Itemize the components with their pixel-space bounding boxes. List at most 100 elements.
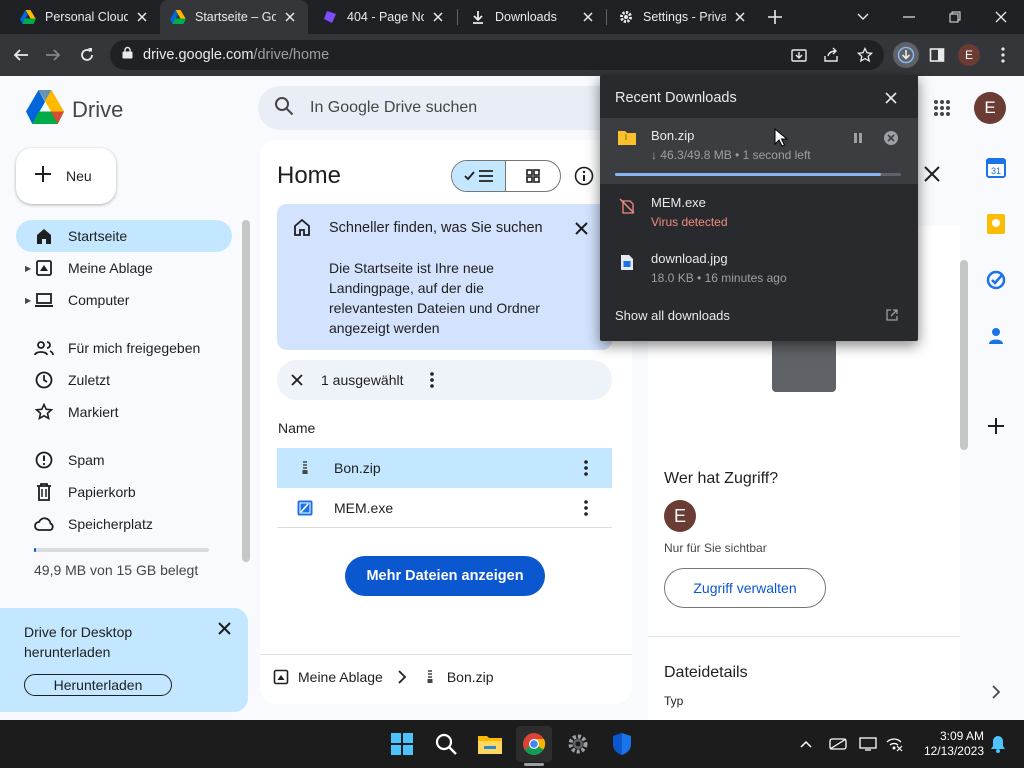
close-icon[interactable] — [882, 89, 900, 107]
downloads-button[interactable] — [893, 42, 919, 68]
reload-button[interactable] — [74, 42, 100, 68]
nav-meine-ablage[interactable]: ▶ Meine Ablage — [16, 252, 232, 284]
tab-downloads[interactable]: Downloads — [460, 0, 606, 34]
nav-storage[interactable]: Speicherplatz — [16, 508, 232, 540]
tab-search-chevron-icon[interactable] — [850, 4, 876, 30]
address-bar[interactable]: drive.google.com/drive/home — [110, 40, 884, 70]
nav-recent[interactable]: Zuletzt — [16, 364, 232, 396]
side-panel-icon[interactable] — [924, 42, 950, 68]
close-tab-icon[interactable] — [732, 9, 748, 25]
download-item-mem-exe[interactable]: MEM.exe Virus detected — [600, 187, 918, 239]
new-button[interactable]: Neu — [16, 148, 116, 204]
restore-button[interactable] — [942, 4, 968, 30]
tab-settings[interactable]: Settings - Privac — [608, 0, 758, 34]
divider — [260, 654, 632, 655]
close-tab-icon[interactable] — [134, 9, 150, 25]
add-addon-icon[interactable] — [984, 414, 1008, 438]
open-external-icon[interactable] — [884, 307, 900, 323]
nav-label: Computer — [68, 292, 130, 308]
windows-start-icon[interactable] — [384, 726, 420, 762]
column-header-name[interactable]: Name — [278, 420, 315, 436]
tab-startseite[interactable]: Startseite – Goo — [160, 0, 308, 34]
drive-logo[interactable]: Drive — [26, 90, 123, 129]
breadcrumb-item[interactable]: Bon.zip — [447, 669, 494, 685]
close-details-icon[interactable] — [920, 162, 944, 186]
search-icon[interactable] — [428, 726, 464, 762]
manage-access-button[interactable]: Zugriff verwalten — [664, 568, 826, 608]
close-icon[interactable] — [214, 618, 234, 638]
url-text: drive.google.com/drive/home — [143, 47, 330, 63]
minimize-button[interactable] — [896, 4, 922, 30]
info-icon[interactable] — [574, 166, 594, 186]
new-tab-button[interactable] — [764, 6, 786, 28]
search-icon[interactable] — [274, 96, 294, 121]
install-app-icon[interactable] — [788, 44, 810, 66]
details-scrollbar[interactable] — [960, 260, 968, 450]
tasks-icon[interactable] — [984, 268, 1008, 292]
google-apps-icon[interactable] — [930, 96, 954, 120]
nav-spam[interactable]: Spam — [16, 444, 232, 476]
tab-title: Startseite – Goo — [195, 10, 276, 24]
forward-button[interactable] — [40, 42, 66, 68]
show-all-downloads-link[interactable]: Show all downloads — [615, 308, 730, 323]
nav-label: Meine Ablage — [68, 260, 153, 276]
chevron-right-icon[interactable] — [984, 680, 1008, 704]
bookmark-star-icon[interactable] — [854, 44, 876, 66]
calendar-icon[interactable]: 31 — [984, 156, 1008, 180]
storage-drive-icon[interactable] — [828, 734, 848, 754]
cancel-download-icon[interactable] — [883, 130, 899, 146]
promo-download-button[interactable]: Herunterladen — [24, 674, 172, 696]
nav-shared-with-me[interactable]: Für mich freigegeben — [16, 332, 232, 364]
close-window-button[interactable] — [988, 4, 1014, 30]
grid-view-button[interactable] — [506, 161, 560, 191]
sidebar-scrollbar[interactable] — [242, 220, 250, 562]
home-icon — [34, 226, 54, 246]
more-actions-icon[interactable] — [576, 498, 596, 518]
defender-icon[interactable] — [604, 726, 640, 762]
clear-selection-icon[interactable] — [287, 370, 307, 390]
file-explorer-icon[interactable] — [472, 726, 508, 762]
lock-icon[interactable] — [122, 46, 133, 64]
menu-kebab-icon[interactable] — [990, 42, 1016, 68]
close-tab-icon[interactable] — [282, 9, 298, 25]
spam-icon — [34, 450, 54, 470]
download-item-download-jpg[interactable]: download.jpg 18.0 KB • 16 minutes ago — [600, 243, 918, 295]
display-icon[interactable] — [858, 734, 878, 754]
owner-avatar[interactable]: E — [664, 500, 696, 532]
file-row-mem-exe[interactable]: MEM.exe — [277, 488, 612, 528]
share-icon[interactable] — [820, 44, 842, 66]
contacts-icon[interactable] — [984, 324, 1008, 348]
pause-icon[interactable] — [850, 130, 866, 146]
account-avatar[interactable]: E — [974, 92, 1006, 124]
breadcrumb-item[interactable]: Meine Ablage — [298, 669, 383, 685]
file-row-bon-zip[interactable]: Bon.zip — [277, 448, 612, 488]
profile-avatar[interactable]: E — [958, 44, 980, 66]
network-icon[interactable] — [884, 734, 904, 754]
back-button[interactable] — [8, 42, 34, 68]
notification-bell-icon[interactable] — [988, 734, 1008, 754]
tab-404[interactable]: 404 - Page Not — [312, 0, 456, 34]
chevron-up-icon[interactable] — [796, 734, 816, 754]
more-actions-icon[interactable] — [576, 458, 596, 478]
chrome-icon[interactable] — [516, 726, 552, 762]
clock[interactable]: 3:09 AM 12/13/2023 — [908, 729, 984, 759]
nav-starred[interactable]: Markiert — [16, 396, 232, 428]
expand-caret-icon[interactable]: ▶ — [25, 264, 31, 273]
file-details-heading: Dateidetails — [664, 664, 748, 681]
tab-personal-cloud[interactable]: Personal Cloud S — [10, 0, 160, 34]
show-more-files-button[interactable]: Mehr Dateien anzeigen — [345, 556, 545, 596]
nav-startseite[interactable]: Startseite — [16, 220, 232, 252]
drive-search-input[interactable]: In Google Drive suchen — [258, 86, 638, 130]
list-view-button[interactable] — [452, 161, 507, 191]
close-tab-icon[interactable] — [580, 9, 596, 25]
nav-trash[interactable]: Papierkorb — [16, 476, 232, 508]
expand-caret-icon[interactable]: ▶ — [25, 296, 31, 305]
nav-computer[interactable]: ▶ Computer — [16, 284, 232, 316]
settings-icon[interactable] — [560, 726, 596, 762]
trash-icon — [34, 482, 54, 502]
more-actions-icon[interactable] — [422, 370, 442, 390]
keep-icon[interactable] — [984, 212, 1008, 236]
close-tab-icon[interactable] — [430, 9, 446, 25]
gear-icon — [618, 9, 634, 25]
close-icon[interactable] — [571, 218, 591, 238]
